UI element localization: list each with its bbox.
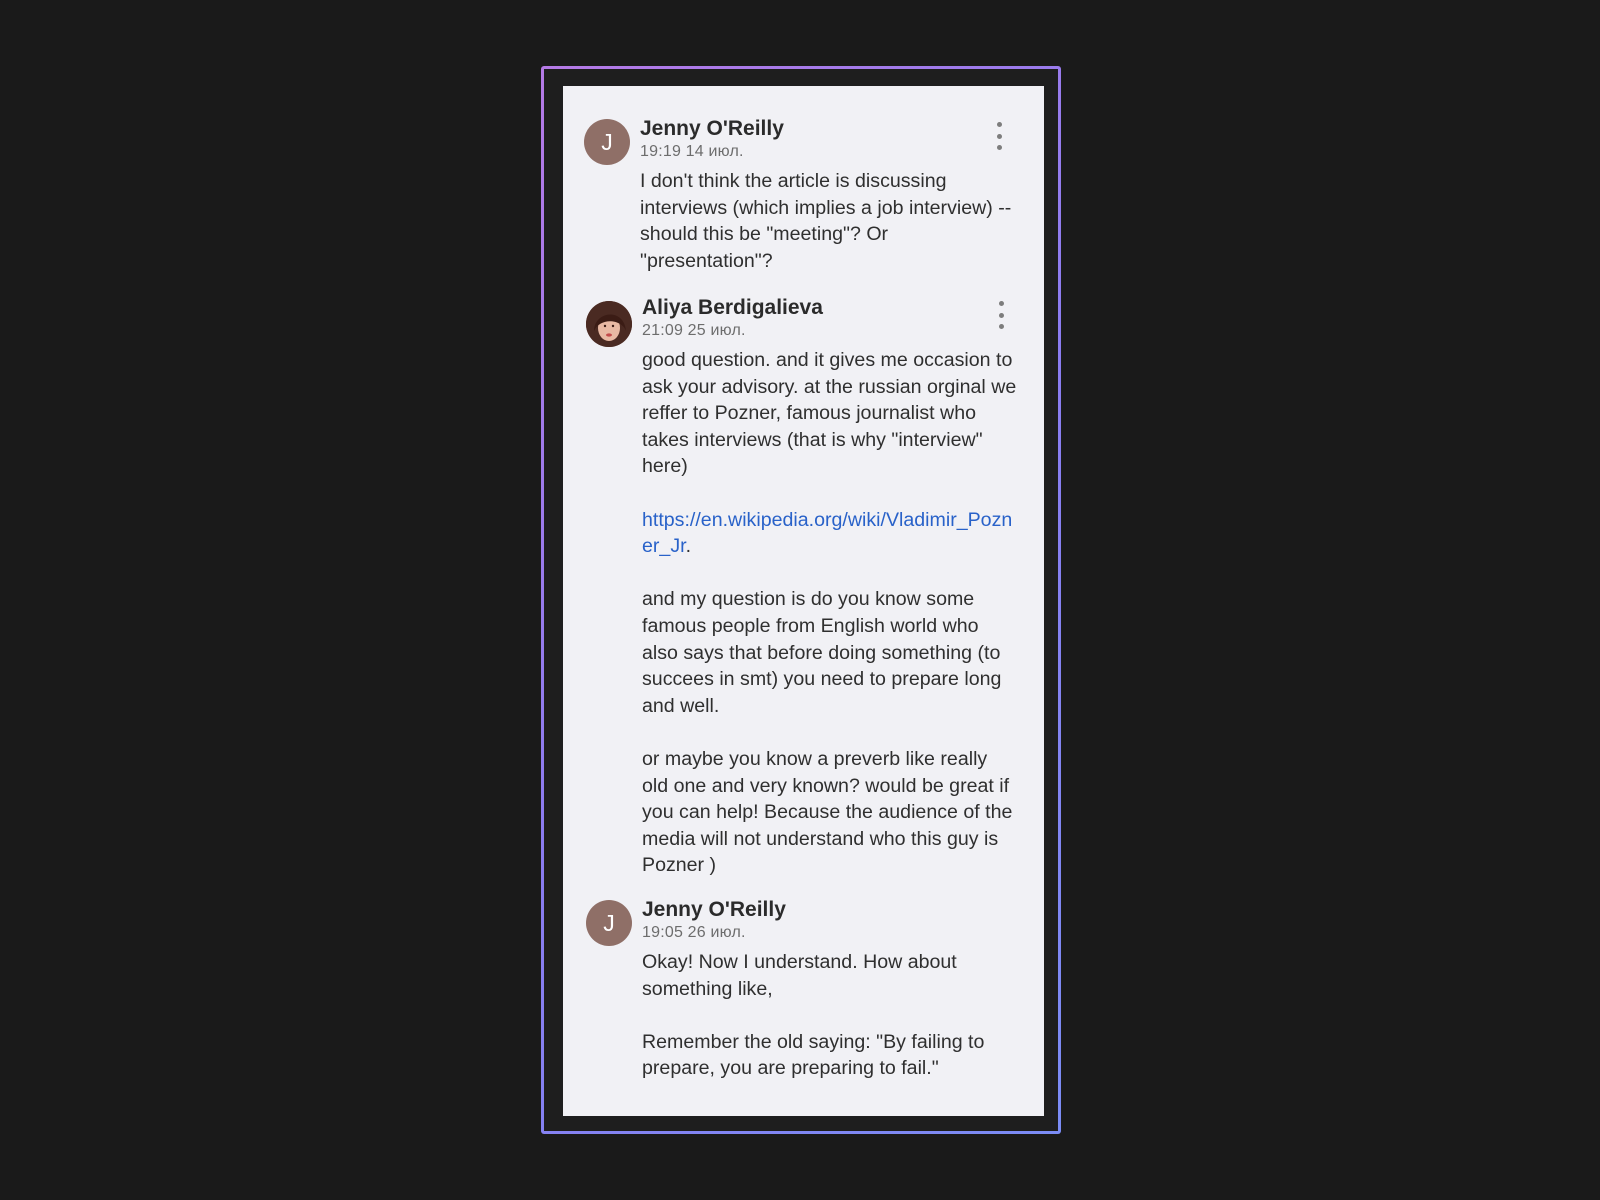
comment-timestamp: 21:09 25 июл. (642, 322, 746, 339)
comment-author[interactable]: Jenny O'Reilly (642, 898, 786, 922)
comment-paragraph: and my question is do you know some famo… (642, 588, 1002, 717)
avatar-initial: J (601, 128, 613, 155)
comment-paragraph: Okay! Now I understand. How about someth… (642, 951, 957, 1000)
avatar-photo[interactable] (586, 301, 632, 347)
avatar-initial: J (603, 909, 615, 936)
comment-body: Okay! Now I understand. How about someth… (642, 949, 1017, 1082)
comment-paragraph: I don't think the article is discussing … (640, 170, 1012, 272)
comment-author[interactable]: Jenny O'Reilly (640, 117, 784, 141)
comment-timestamp: 19:05 26 июл. (642, 924, 746, 941)
avatar[interactable]: J (586, 900, 632, 946)
comment-body: I don't think the article is discussing … (640, 168, 1015, 274)
comment-body: good question. and it gives me occasion … (642, 347, 1017, 879)
comments-frame: J Jenny O'Reilly 19:19 14 июл. I don't t… (541, 66, 1061, 1134)
wikipedia-link[interactable]: https://en.wikipedia.org/wiki/Vladimir_P… (642, 509, 1012, 558)
avatar[interactable]: J (584, 119, 630, 165)
comments-panel: J Jenny O'Reilly 19:19 14 июл. I don't t… (563, 86, 1044, 1116)
comment-timestamp: 19:19 14 июл. (640, 143, 744, 160)
more-vert-icon[interactable] (993, 122, 1005, 150)
user-photo-icon (586, 301, 632, 347)
comment-paragraph: Remember the old saying: "By failing to … (642, 1030, 985, 1080)
comment-author[interactable]: Aliya Berdigalieva (642, 296, 823, 320)
link-suffix: . (685, 535, 692, 558)
comment-link-paragraph: https://en.wikipedia.org/wiki/Vladimir_P… (642, 507, 1017, 560)
more-vert-icon[interactable] (995, 301, 1007, 329)
comment-paragraph: or maybe you know a preverb like really … (642, 747, 1013, 877)
comment-paragraph: good question. and it gives me occasion … (642, 349, 1017, 478)
